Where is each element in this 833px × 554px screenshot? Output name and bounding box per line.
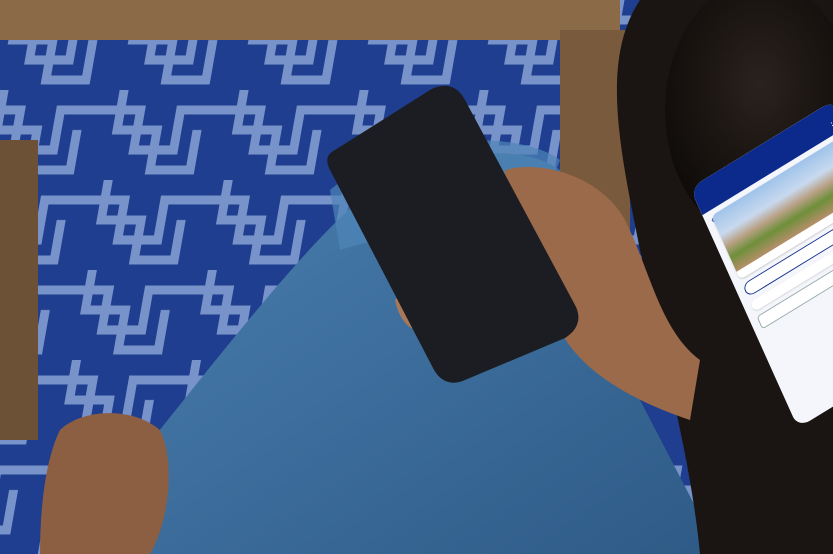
menu-icon[interactable]: ⋮: [827, 119, 833, 132]
hand-left: [40, 413, 169, 554]
wooden-frame: [0, 0, 620, 40]
wooden-leg: [0, 140, 38, 440]
photo-scene: [0, 0, 833, 554]
